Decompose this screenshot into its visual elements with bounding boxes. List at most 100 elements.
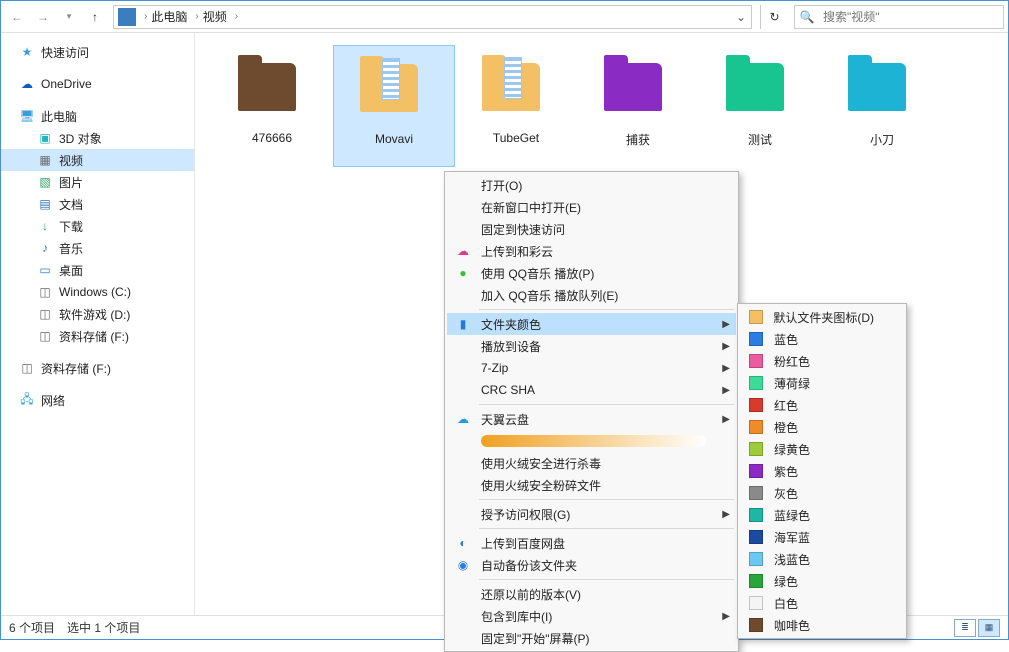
color-menu-item[interactable]: 橙色: [740, 416, 904, 438]
menu-item[interactable]: 播放到设备▶: [447, 335, 736, 357]
sidebar-label: 此电脑: [41, 108, 77, 125]
menu-item[interactable]: 使用火绒安全进行杀毒: [447, 452, 736, 474]
sidebar-item[interactable]: ▦视频: [1, 149, 194, 171]
sidebar-item[interactable]: ◫资料存储 (F:): [1, 325, 194, 347]
breadcrumb-seg[interactable]: ›此电脑: [140, 8, 191, 25]
menu-item-label: 天翼云盘: [481, 411, 706, 428]
pc-icon: 🖥: [19, 108, 35, 124]
address-bar[interactable]: ›此电脑 ›视频 › ⌄: [113, 5, 752, 29]
menu-item[interactable]: ●使用 QQ音乐 播放(P): [447, 262, 736, 284]
menu-item-label: 上传到百度网盘: [481, 535, 706, 552]
color-menu-item[interactable]: 浅蓝色: [740, 548, 904, 570]
menu-item[interactable]: ☁天翼云盘▶: [447, 408, 736, 430]
search-box[interactable]: 🔍: [794, 5, 1004, 29]
chevron-right-icon: ▶: [722, 414, 730, 425]
color-swatch-icon: [746, 594, 766, 612]
menu-item[interactable]: 7-Zip▶: [447, 357, 736, 379]
color-menu-item[interactable]: 绿色: [740, 570, 904, 592]
star-icon: ★: [19, 44, 35, 60]
color-menu-item[interactable]: 默认文件夹图标(D): [740, 306, 904, 328]
sidebar-label: 网络: [41, 392, 65, 409]
color-swatch-icon: [746, 330, 766, 348]
menu-item-icon: [453, 476, 473, 494]
breadcrumb-tail[interactable]: ›: [231, 11, 242, 22]
icons-view-button[interactable]: ▦: [978, 619, 1000, 637]
chevron-right-icon: ▶: [722, 341, 730, 352]
menu-item[interactable]: 包含到库中(I)▶: [447, 605, 736, 627]
menu-item-icon: [453, 585, 473, 603]
selection-count: 选中 1 个项目: [67, 619, 140, 636]
sidebar-label: 资料存储 (F:): [59, 328, 129, 345]
separator: [479, 499, 734, 500]
folder-tile[interactable]: 捕获: [577, 45, 699, 167]
sidebar-item[interactable]: ♪音乐: [1, 237, 194, 259]
menu-item[interactable]: 固定到快速访问: [447, 218, 736, 240]
color-menu-item[interactable]: 紫色: [740, 460, 904, 482]
menu-item-label: 文件夹颜色: [481, 316, 706, 333]
color-menu-item[interactable]: 咖啡色: [740, 614, 904, 636]
sidebar-label: 图片: [59, 174, 83, 191]
recent-dropdown[interactable]: ▾: [57, 5, 81, 29]
color-menu-item[interactable]: 绿黄色: [740, 438, 904, 460]
sidebar-item[interactable]: ◫软件游戏 (D:): [1, 303, 194, 325]
color-menu-item[interactable]: 薄荷绿: [740, 372, 904, 394]
forward-button[interactable]: →: [31, 5, 55, 29]
up-button[interactable]: ↑: [83, 5, 107, 29]
menu-item-icon: [453, 198, 473, 216]
sidebar-network[interactable]: 🖧网络: [1, 389, 194, 411]
sidebar-drive[interactable]: ◫资料存储 (F:): [1, 357, 194, 379]
sidebar-label: 桌面: [59, 262, 83, 279]
sidebar-item[interactable]: ◫Windows (C:): [1, 281, 194, 303]
menu-item-redacted[interactable]: [447, 430, 736, 452]
folder-tile[interactable]: 小刀: [821, 45, 943, 167]
folder-tile[interactable]: Movavi: [333, 45, 455, 167]
menu-item[interactable]: 授予访问权限(G)▶: [447, 503, 736, 525]
color-menu-item[interactable]: 白色: [740, 592, 904, 614]
sidebar-onedrive[interactable]: ☁OneDrive: [1, 73, 194, 95]
menu-item[interactable]: 还原以前的版本(V): [447, 583, 736, 605]
back-button[interactable]: ←: [5, 5, 29, 29]
folder-type-icon: ↓: [37, 218, 53, 234]
chevron-right-icon: ▶: [722, 611, 730, 622]
folder-label: 捕获: [626, 131, 650, 148]
folder-icon: [726, 51, 794, 123]
color-label: 浅蓝色: [774, 551, 874, 568]
address-dropdown[interactable]: ⌄: [731, 6, 751, 28]
details-view-button[interactable]: ≣: [954, 619, 976, 637]
color-menu-item[interactable]: 粉红色: [740, 350, 904, 372]
sidebar-quick-access[interactable]: ★快速访问: [1, 41, 194, 63]
folder-tile[interactable]: 476666: [211, 45, 333, 167]
folder-tile[interactable]: 测试: [699, 45, 821, 167]
menu-item[interactable]: ☁上传到和彩云: [447, 240, 736, 262]
color-swatch-icon: [746, 396, 766, 414]
menu-item[interactable]: 使用火绒安全粉碎文件: [447, 474, 736, 496]
search-input[interactable]: [819, 10, 1003, 24]
folder-tile[interactable]: TubeGet: [455, 45, 577, 167]
menu-item[interactable]: ▮文件夹颜色▶: [447, 313, 736, 335]
color-menu-item[interactable]: 蓝绿色: [740, 504, 904, 526]
sidebar-item[interactable]: ▧图片: [1, 171, 194, 193]
chevron-right-icon: ▶: [722, 509, 730, 520]
sidebar-item[interactable]: ▤文档: [1, 193, 194, 215]
menu-item[interactable]: ◐上传到百度网盘: [447, 532, 736, 554]
menu-item[interactable]: CRC SHA▶: [447, 379, 736, 401]
menu-item[interactable]: 加入 QQ音乐 播放队列(E): [447, 284, 736, 306]
color-menu-item[interactable]: 蓝色: [740, 328, 904, 350]
menu-item-label: CRC SHA: [481, 383, 706, 397]
menu-item-label: 使用火绒安全进行杀毒: [481, 455, 706, 472]
sidebar-this-pc[interactable]: 🖥 此电脑: [1, 105, 194, 127]
menu-item[interactable]: ◉自动备份该文件夹: [447, 554, 736, 576]
sidebar-item[interactable]: ▭桌面: [1, 259, 194, 281]
sidebar-item[interactable]: ▣3D 对象: [1, 127, 194, 149]
breadcrumb-seg[interactable]: ›视频: [191, 8, 230, 25]
color-menu-item[interactable]: 红色: [740, 394, 904, 416]
menu-item[interactable]: 固定到"开始"屏幕(P): [447, 627, 736, 649]
separator: [479, 579, 734, 580]
menu-item[interactable]: 打开(O): [447, 174, 736, 196]
menu-item-label: 7-Zip: [481, 361, 706, 375]
menu-item[interactable]: 在新窗口中打开(E): [447, 196, 736, 218]
sidebar-item[interactable]: ↓下载: [1, 215, 194, 237]
refresh-button[interactable]: ↻: [760, 5, 788, 29]
color-menu-item[interactable]: 海军蓝: [740, 526, 904, 548]
color-menu-item[interactable]: 灰色: [740, 482, 904, 504]
